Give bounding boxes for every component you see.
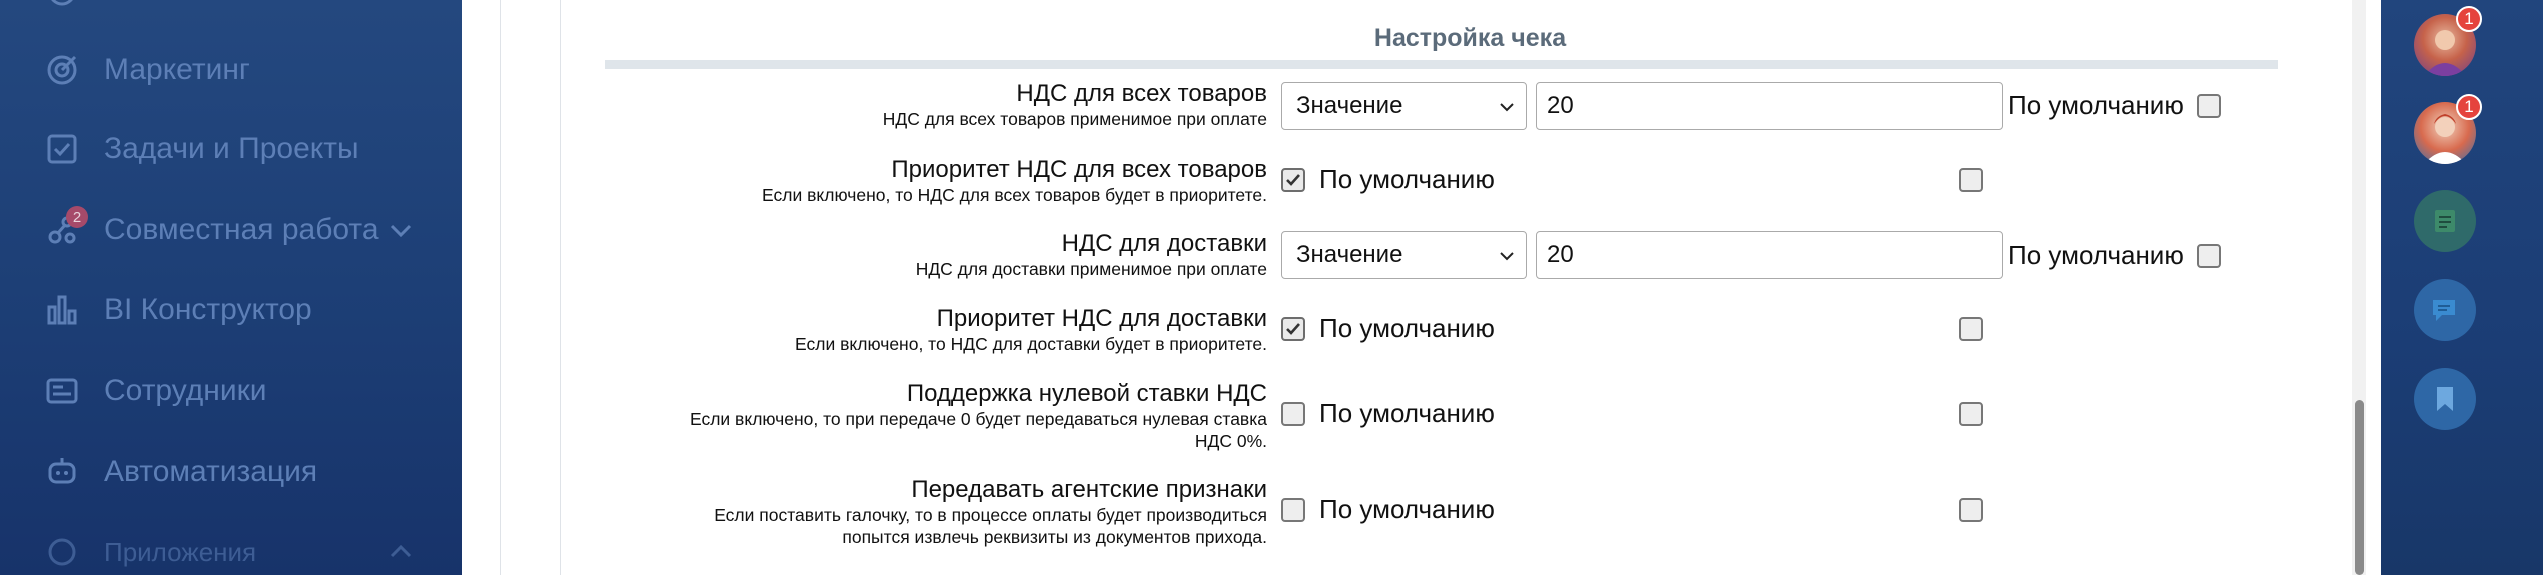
- vat-delivery-select[interactable]: Значение: [1281, 231, 1527, 279]
- target-icon: [44, 52, 80, 88]
- notification-badge: 2: [66, 206, 88, 228]
- sidebar-item-employees[interactable]: Сотрудники: [0, 361, 462, 421]
- setting-label: НДС для доставки: [1061, 230, 1267, 257]
- setting-label: Приоритет НДС для доставки: [936, 305, 1267, 332]
- select-value: Значение: [1296, 92, 1403, 119]
- setting-hint: Если включено, то при передаче 0 будет п…: [689, 409, 1267, 429]
- chat-icon: [2433, 300, 2455, 321]
- sidebar-item-label: Задачи и Проекты: [104, 132, 359, 165]
- bookmark-button[interactable]: [2414, 368, 2476, 430]
- chat-button[interactable]: [2414, 279, 2476, 341]
- sidebar-item-bi[interactable]: BI Конструктор: [0, 280, 462, 340]
- default-label: По умолчанию: [2008, 240, 2184, 270]
- default-checkbox[interactable]: [1959, 168, 1983, 192]
- sidebar-item-automation[interactable]: Автоматизация: [0, 442, 462, 502]
- setting-hint: НДС для всех товаров применимое при опла…: [882, 109, 1267, 129]
- sidebar-item-collaboration[interactable]: 2 Совместная работа: [0, 200, 462, 260]
- checkbox-icon: [44, 131, 80, 167]
- sidebar-item-label: Маркетинг: [104, 53, 250, 86]
- default-checkbox[interactable]: [2197, 244, 2221, 268]
- sidebar-item-apps[interactable]: Приложения: [0, 522, 462, 575]
- default-label: По умолчанию: [1319, 494, 1495, 524]
- setting-label: Передавать агентские признаки: [911, 476, 1267, 503]
- default-label: По умолчанию: [2008, 90, 2184, 120]
- setting-hint: Если поставить галочку, то в процессе оп…: [714, 505, 1267, 525]
- chevron-down-icon: [1500, 103, 1514, 112]
- setting-label: Приоритет НДС для всех товаров: [891, 156, 1267, 183]
- setting-hint: Если включено, то НДС для всех товаров б…: [762, 185, 1267, 205]
- id-card-icon: [44, 373, 80, 409]
- priority-checkbox[interactable]: [1281, 168, 1305, 192]
- scrollbar-thumb[interactable]: [2355, 400, 2364, 575]
- vat-all-goods-input[interactable]: 20: [1536, 82, 2003, 130]
- chevron-down-icon[interactable]: [386, 215, 416, 245]
- default-label: По умолчанию: [1319, 164, 1495, 194]
- bar-chart-icon: [44, 292, 80, 328]
- setting-hint: НДС 0%.: [1194, 431, 1267, 451]
- sidebar-item-label: Приложения: [104, 536, 257, 567]
- sidebar-item-label: Автоматизация: [104, 455, 318, 488]
- default-checkbox[interactable]: [2197, 94, 2221, 118]
- sidebar-item-tasks[interactable]: Задачи и Проекты: [0, 119, 462, 179]
- default-checkbox[interactable]: [1959, 402, 1983, 426]
- default-label: По умолчанию: [1319, 313, 1495, 343]
- notification-badge: 1: [2456, 94, 2482, 120]
- bookmark-icon: [2437, 387, 2453, 411]
- sidebar-item-partial[interactable]: [0, 0, 462, 22]
- setting-label: НДС для всех товаров: [1016, 80, 1267, 107]
- vat-all-goods-select[interactable]: Значение: [1281, 82, 1527, 130]
- notification-badge: 1: [2456, 6, 2482, 32]
- right-quick-panel: 1 1: [2381, 0, 2543, 575]
- vat-delivery-input[interactable]: 20: [1536, 231, 2003, 279]
- agent-attributes-checkbox[interactable]: [1281, 498, 1305, 522]
- robot-icon: [44, 454, 80, 490]
- setting-label: Поддержка нулевой ставки НДС: [906, 380, 1267, 407]
- chevron-down-icon: [1500, 252, 1514, 261]
- left-sidebar: Маркетинг Задачи и Проекты 2 Совместная …: [0, 0, 462, 575]
- section-title: Настройка чека: [1373, 24, 1567, 52]
- settings-panel: Настройка чека НДС для всех товаров НДС …: [462, 0, 2381, 575]
- chevron-up-icon[interactable]: [386, 537, 416, 567]
- section-divider: [605, 60, 2278, 69]
- sidebar-item-marketing[interactable]: Маркетинг: [0, 40, 462, 100]
- checkmark-icon: [1286, 174, 1300, 186]
- priority-checkbox[interactable]: [1281, 317, 1305, 341]
- select-value: Значение: [1296, 241, 1403, 268]
- checkmark-icon: [1286, 323, 1300, 335]
- sidebar-item-label: Совместная работа: [104, 213, 379, 246]
- zero-vat-checkbox[interactable]: [1281, 402, 1305, 426]
- setting-hint: НДС для доставки применимое при оплате: [915, 259, 1267, 279]
- apps-icon: [44, 534, 80, 570]
- sidebar-item-label: Сотрудники: [104, 374, 267, 407]
- notes-icon: [2435, 210, 2455, 232]
- default-label: По умолчанию: [1319, 398, 1495, 428]
- partial-icon: [44, 0, 80, 10]
- default-checkbox[interactable]: [1959, 317, 1983, 341]
- sidebar-item-label: BI Конструктор: [104, 293, 312, 326]
- setting-hint: Если включено, то НДС для доставки будет…: [795, 334, 1267, 354]
- notes-button[interactable]: [2414, 190, 2476, 252]
- setting-hint: попытся извлечь реквизиты из документов …: [842, 527, 1267, 547]
- default-checkbox[interactable]: [1959, 498, 1983, 522]
